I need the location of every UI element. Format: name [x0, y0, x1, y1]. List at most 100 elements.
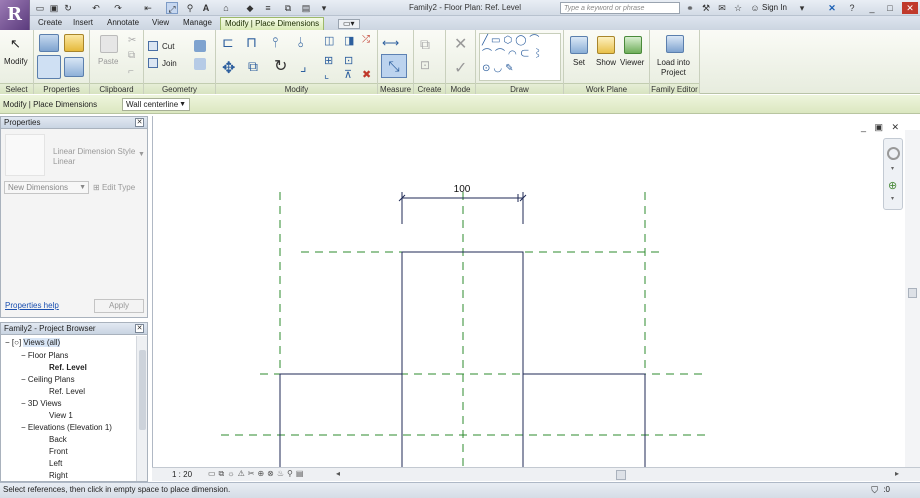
- type-chevron-icon[interactable]: ▼: [138, 151, 145, 158]
- close-icon[interactable]: ✕: [902, 2, 918, 14]
- modify-button[interactable]: Modify: [4, 57, 28, 66]
- show-button[interactable]: Show: [596, 58, 616, 67]
- panel-toggle-button[interactable]: ▭▾: [338, 19, 360, 29]
- tree-ceiling-ref-level[interactable]: Ref. Level: [49, 386, 85, 398]
- tree-right[interactable]: Right: [49, 470, 68, 482]
- redo-icon[interactable]: ↷: [112, 2, 124, 14]
- dimension-text[interactable]: 100: [454, 184, 471, 195]
- browser-close-icon[interactable]: ✕: [135, 324, 144, 333]
- vertical-scrollbar[interactable]: [905, 130, 920, 467]
- expander-icon[interactable]: −: [5, 338, 10, 347]
- expander-icon[interactable]: −: [21, 399, 26, 408]
- close-hidden-icon[interactable]: ⧉: [282, 2, 294, 14]
- split-face-icon[interactable]: [194, 40, 206, 52]
- plan-view[interactable]: 100: [153, 116, 920, 467]
- set-button[interactable]: Set: [573, 58, 585, 67]
- minimize-icon[interactable]: _: [866, 2, 878, 14]
- tree-floor-plans[interactable]: − Floor Plans: [21, 350, 68, 362]
- tree-left[interactable]: Left: [49, 458, 62, 470]
- aligned-dimension-icon[interactable]: ⤢: [166, 2, 178, 14]
- measure-icon[interactable]: ⇤: [142, 2, 154, 14]
- copy-element-icon[interactable]: ⧉: [248, 58, 258, 75]
- open-icon[interactable]: ▭: [34, 2, 46, 14]
- tree-elevations[interactable]: − Elevations (Elevation 1): [21, 422, 112, 434]
- maximize-icon[interactable]: □: [884, 2, 896, 14]
- view-window-controls[interactable]: _ ▣ ✕: [861, 122, 902, 133]
- sync-icon[interactable]: ↻: [62, 2, 74, 14]
- subscription-icon[interactable]: ⚒: [700, 2, 712, 14]
- tab-annotate[interactable]: Annotate: [103, 17, 143, 30]
- type-properties-icon[interactable]: [39, 34, 59, 52]
- measure-between-icon[interactable]: ⟷: [382, 36, 399, 50]
- scroll-left-icon[interactable]: ◂: [336, 469, 340, 478]
- customize-qat-icon[interactable]: ▾: [318, 2, 330, 14]
- browser-scroll-thumb[interactable]: [139, 350, 146, 430]
- browser-scrollbar[interactable]: [136, 336, 147, 481]
- draw-line-icons[interactable]: ╱▭⬡◯⌒ ⌒⌒◠⊂⌇ ⊙◡✎: [482, 34, 560, 76]
- tree-front[interactable]: Front: [49, 446, 68, 458]
- cancel-icon[interactable]: ✕: [454, 34, 467, 54]
- sign-in-link[interactable]: Sign In: [762, 3, 787, 12]
- zoom-chevron-icon[interactable]: ▾: [891, 195, 894, 202]
- copy-icon[interactable]: ⧉: [128, 50, 135, 61]
- drawing-area[interactable]: 100 _ ▣ ✕: [152, 116, 920, 467]
- horizontal-scroll-thumb[interactable]: [616, 470, 626, 480]
- delete-icon[interactable]: ✖: [362, 68, 371, 81]
- scroll-right-icon[interactable]: ▸: [895, 469, 899, 478]
- split-gap-icon[interactable]: ◨: [344, 34, 354, 47]
- view-scale[interactable]: 1 : 20: [172, 470, 192, 479]
- trim-single-icon[interactable]: ⌞: [324, 68, 329, 81]
- switch-windows-icon[interactable]: ▤: [300, 2, 312, 14]
- vertical-scroll-thumb[interactable]: [908, 288, 917, 298]
- tree-floor-plan-ref-level[interactable]: Ref. Level: [49, 362, 87, 374]
- viewer-button[interactable]: Viewer: [620, 58, 644, 67]
- move-icon[interactable]: ✥: [222, 58, 235, 78]
- zoom-icon[interactable]: ⊕: [888, 179, 897, 192]
- application-menu-button[interactable]: R: [0, 0, 30, 30]
- offset-icon[interactable]: ⊓: [246, 34, 257, 51]
- exchange-apps-icon[interactable]: ✕: [826, 2, 838, 14]
- search-input[interactable]: Type a keyword or phrase: [560, 2, 680, 14]
- expander-icon[interactable]: −: [21, 351, 26, 360]
- tab-create[interactable]: Create: [34, 17, 66, 30]
- filter-icon[interactable]: ⛉: [871, 483, 878, 497]
- align-icon[interactable]: ⊏: [222, 34, 234, 51]
- section-icon[interactable]: ◆: [244, 2, 256, 14]
- save-icon[interactable]: ▣: [48, 2, 60, 14]
- paste-button[interactable]: Paste: [98, 57, 118, 66]
- user-icon[interactable]: ☺: [749, 2, 761, 14]
- tab-modify-place-dimensions[interactable]: Modify | Place Dimensions: [220, 17, 325, 30]
- tab-view[interactable]: View: [148, 17, 173, 30]
- expander-icon[interactable]: −: [21, 423, 26, 432]
- properties-icon[interactable]: [37, 55, 61, 79]
- dropdown-icon[interactable]: ▾: [796, 2, 808, 14]
- create-similar-icon[interactable]: ⧉: [420, 36, 430, 53]
- mirror-draw-axis-icon[interactable]: ⫰: [298, 34, 304, 51]
- placement-select[interactable]: Wall centerline ▼: [122, 98, 190, 111]
- tab-insert[interactable]: Insert: [69, 17, 97, 30]
- wheel-chevron-icon[interactable]: ▾: [891, 165, 894, 172]
- help-icon[interactable]: ?: [846, 2, 858, 14]
- trim-extend-icon[interactable]: ⌟: [300, 58, 307, 75]
- array-icon[interactable]: ⊞: [324, 54, 333, 67]
- match-properties-icon[interactable]: ⌐: [128, 66, 134, 77]
- undo-icon[interactable]: ↶: [90, 2, 102, 14]
- tree-ceiling-plans[interactable]: − Ceiling Plans: [21, 374, 75, 386]
- load-into-project-line2[interactable]: Project: [661, 68, 686, 77]
- finish-icon[interactable]: ✓: [454, 58, 467, 78]
- view-control-icons[interactable]: ▭⧉☼⚠✂⊕⊗♨⚲▤: [208, 469, 306, 479]
- steering-wheel-icon[interactable]: [887, 147, 900, 160]
- tag-icon[interactable]: ⚲: [184, 2, 196, 14]
- unpin-icon[interactable]: ⤮: [362, 34, 370, 45]
- wall-left-block[interactable]: [279, 373, 402, 467]
- 3d-view-icon[interactable]: ⌂: [220, 2, 232, 14]
- rotate-icon[interactable]: ↻: [274, 56, 287, 76]
- tab-manage[interactable]: Manage: [179, 17, 216, 30]
- cut-icon[interactable]: ✂: [128, 35, 136, 46]
- family-types-icon[interactable]: [64, 34, 84, 52]
- wall-right-block[interactable]: [523, 373, 646, 467]
- paint-icon[interactable]: [194, 58, 206, 70]
- favorites-icon[interactable]: ☆: [732, 2, 744, 14]
- aligned-dimension-button[interactable]: ⤡: [381, 54, 407, 78]
- properties-help-link[interactable]: Properties help: [5, 301, 59, 310]
